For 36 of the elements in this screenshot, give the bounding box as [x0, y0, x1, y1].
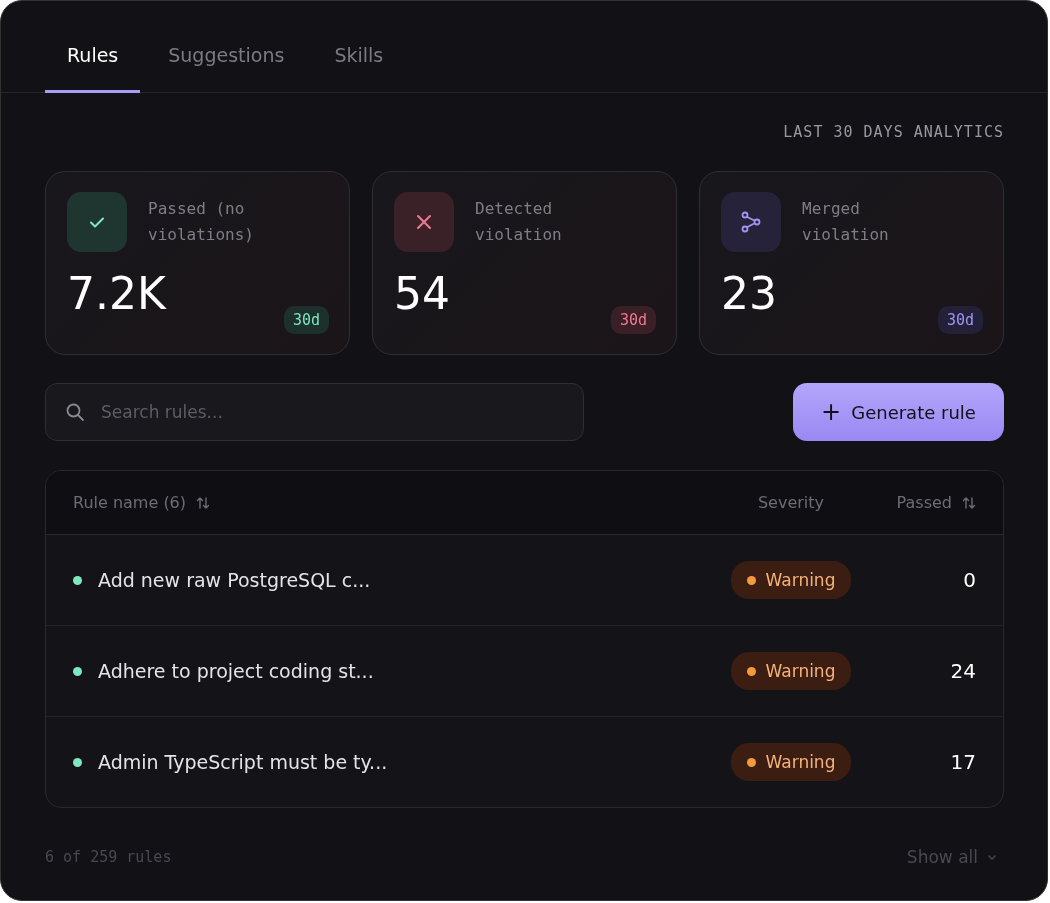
status-dot: [73, 666, 82, 676]
passed-count: 17: [949, 750, 976, 774]
severity-badge: Warning: [730, 743, 852, 781]
stat-label: Detected violation: [475, 198, 563, 246]
cross-icon: [394, 192, 454, 252]
passed-count: 24: [949, 659, 976, 683]
period-badge: 30d: [937, 306, 983, 334]
stat-value: 54: [394, 272, 450, 316]
rule-name: Admin TypeScript must be ty...: [98, 751, 388, 773]
sort-icon[interactable]: [196, 495, 211, 510]
severity-badge: Warning: [730, 652, 852, 690]
status-dot: [73, 575, 82, 585]
check-icon: [67, 192, 127, 252]
column-header[interactable]: Severity: [716, 493, 866, 512]
rule-count: 6 of 259 rules: [45, 848, 172, 866]
tab[interactable]: Rules: [45, 44, 141, 93]
stat-label: Passed (no violations): [148, 198, 255, 246]
stat-value: 7.2K: [67, 272, 166, 316]
generate-rule-button[interactable]: + Generate rule: [793, 383, 1004, 441]
rule-name: Adhere to project coding st...: [98, 660, 374, 682]
passed-count: 0: [962, 568, 976, 592]
rule-name: Add new raw PostgreSQL c...: [98, 569, 371, 591]
merge-icon: [721, 192, 781, 252]
stat-value: 23: [721, 272, 777, 316]
column-header[interactable]: Rule name (6): [73, 493, 716, 512]
period-badge: 30d: [283, 306, 329, 334]
stat-label: Merged violation: [802, 198, 890, 246]
search-field[interactable]: Search rules...: [45, 383, 584, 441]
tab[interactable]: Skills: [312, 44, 406, 93]
tab[interactable]: Suggestions: [146, 44, 307, 93]
severity-badge: Warning: [730, 561, 852, 599]
period-badge: 30d: [610, 306, 656, 334]
column-header[interactable]: Passed: [866, 493, 976, 512]
sort-icon[interactable]: [962, 495, 976, 510]
analytics-label: LAST 30 DAYS ANALYTICS: [782, 123, 1004, 141]
status-dot: [73, 757, 82, 767]
